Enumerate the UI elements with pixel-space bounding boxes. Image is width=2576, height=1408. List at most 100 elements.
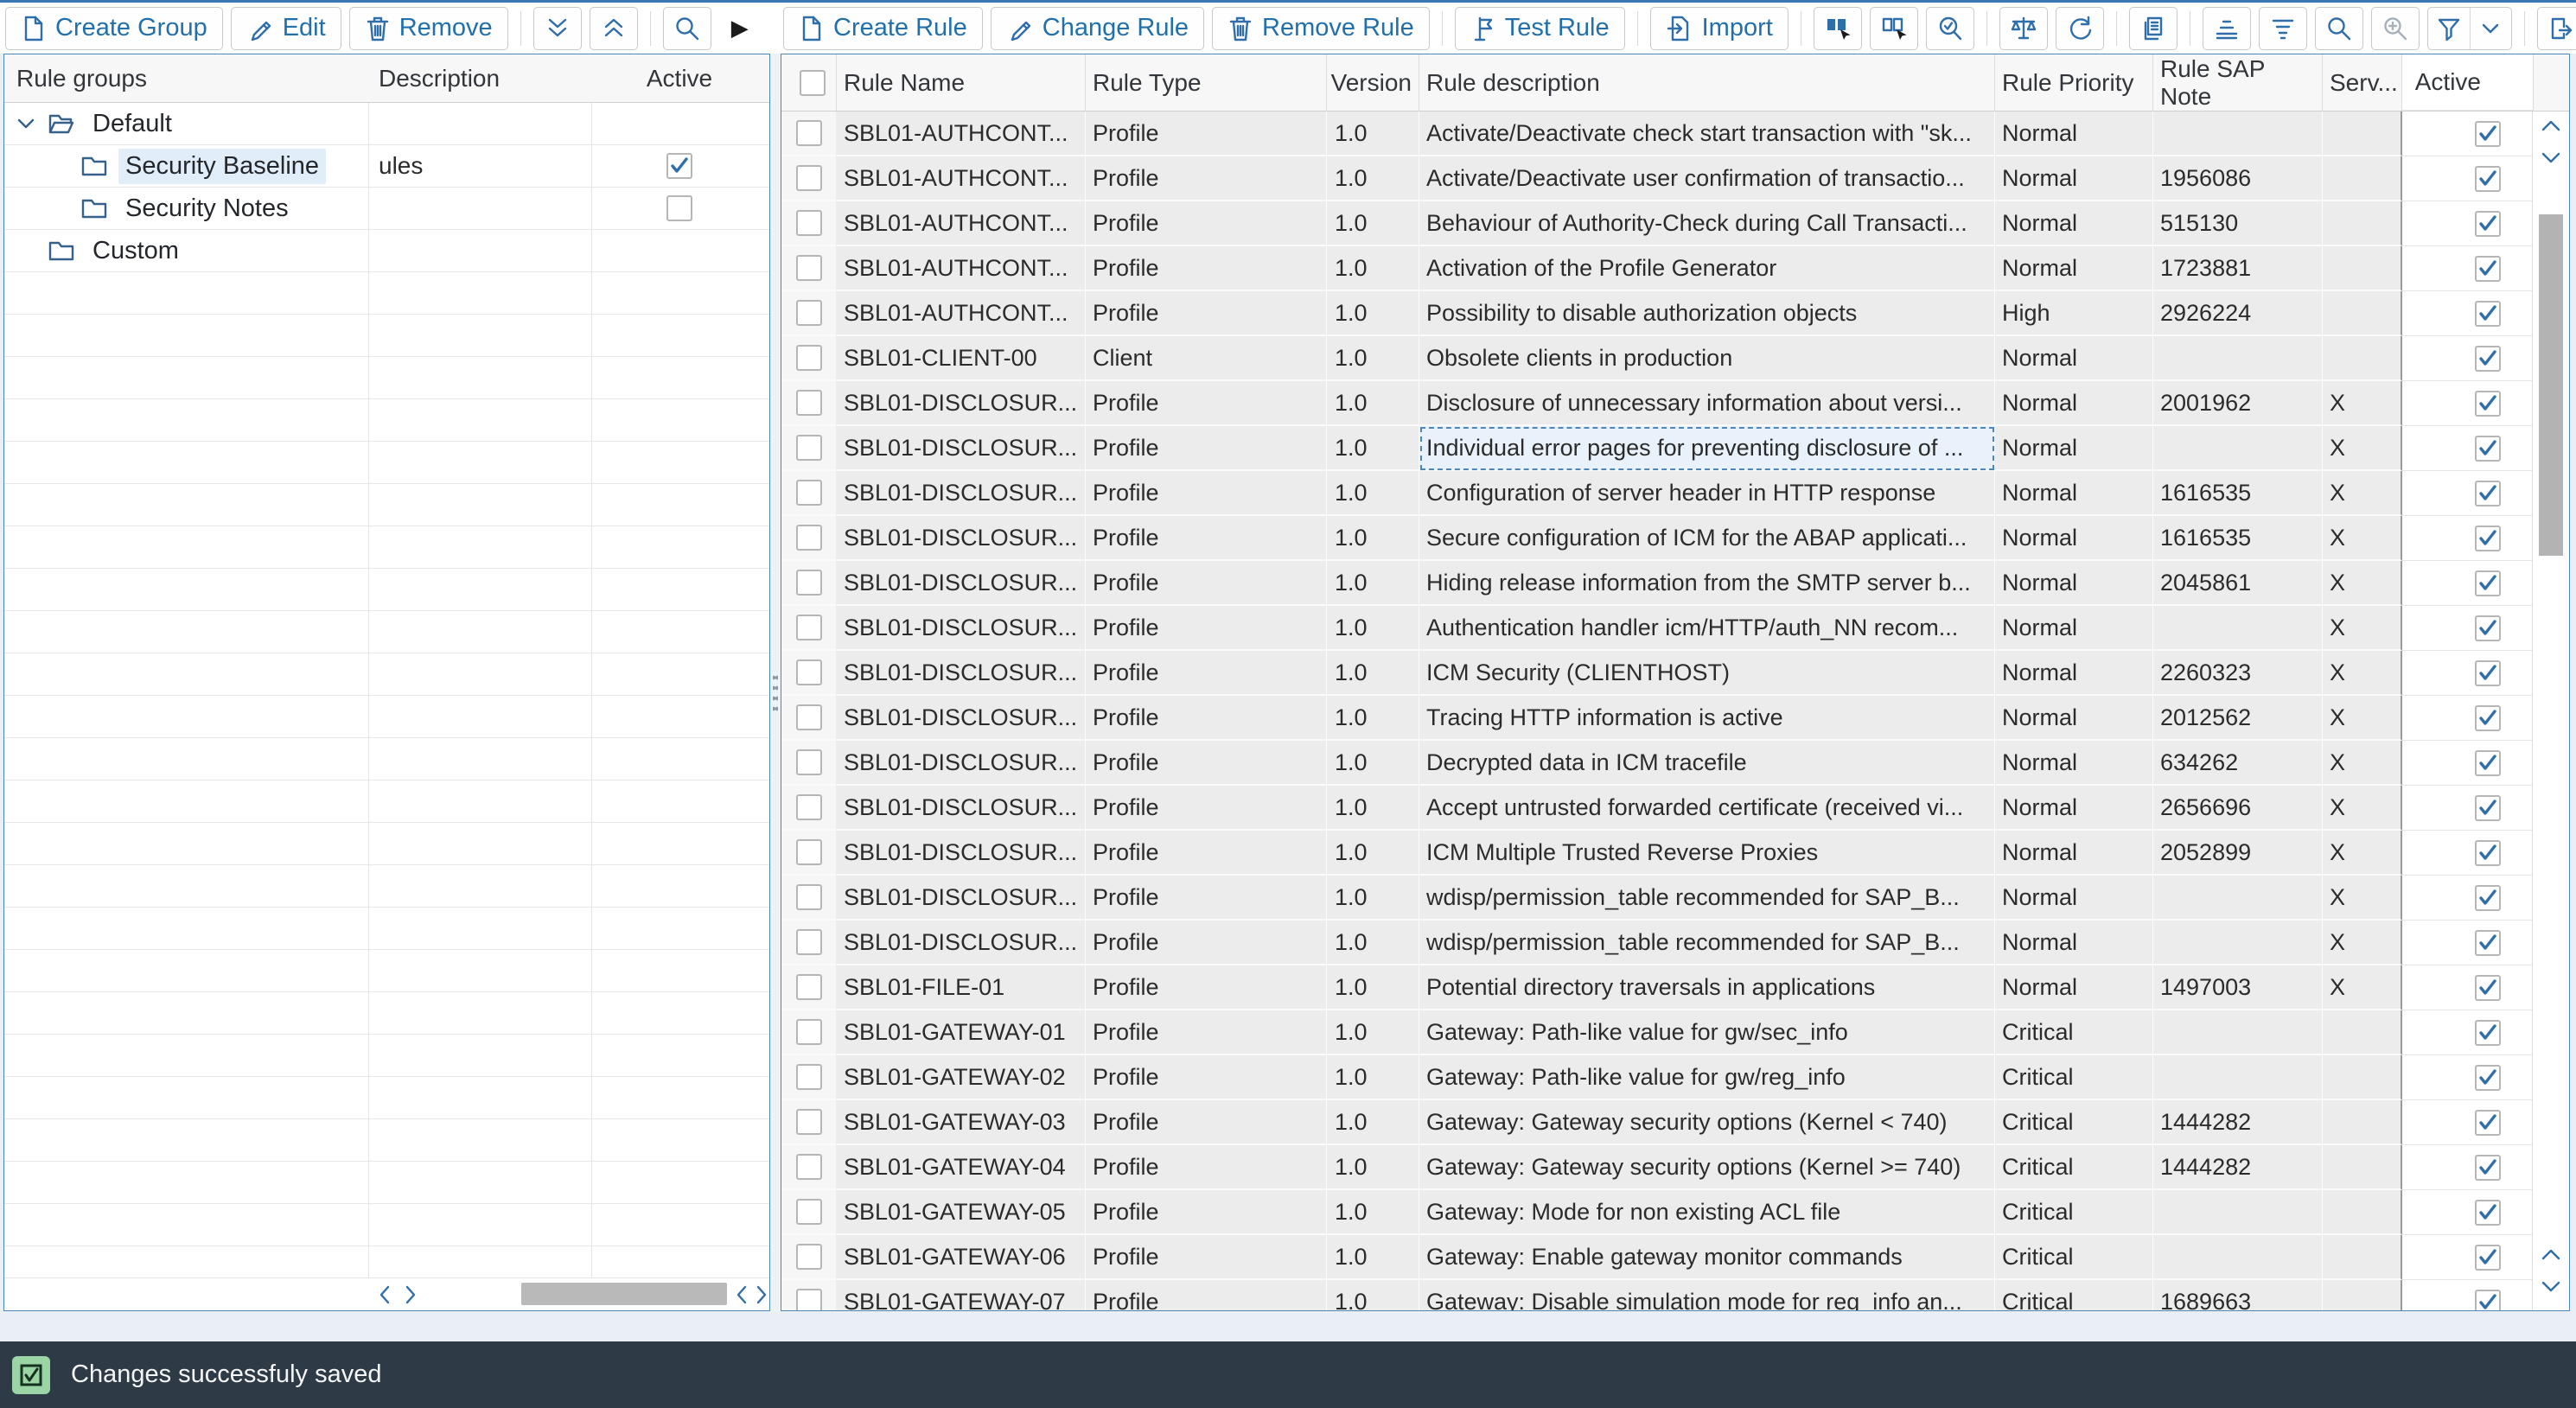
tree-expand-chevron-icon[interactable] — [15, 112, 48, 135]
tree-item-security-baseline[interactable]: Security Baseline — [4, 145, 368, 187]
scroll-left-icon[interactable] — [731, 1283, 752, 1311]
rule-active-checkbox[interactable] — [2475, 391, 2501, 417]
splitter-grip-icon[interactable] — [773, 674, 778, 712]
rule-active-checkbox[interactable] — [2475, 660, 2501, 686]
row-select-checkbox[interactable] — [796, 749, 822, 775]
sort-descending-button[interactable] — [2259, 7, 2307, 50]
test-rule-button[interactable]: Test Rule — [1455, 7, 1625, 50]
tree-item-default[interactable]: Default — [4, 103, 368, 144]
table-row[interactable]: SBL01-AUTHCONT...Profile1.0Activate/Deac… — [781, 156, 2569, 201]
create-group-button[interactable]: Create Group — [5, 7, 223, 50]
rule-active-checkbox[interactable] — [2475, 1110, 2501, 1136]
version-column-header[interactable]: Version — [1327, 54, 1419, 111]
expand-all-button[interactable] — [533, 7, 582, 50]
table-row[interactable]: SBL01-DISCLOSUR...Profile1.0Disclosure o… — [781, 381, 2569, 426]
row-select-checkbox[interactable] — [796, 570, 822, 596]
check-results-button[interactable] — [1926, 7, 1974, 50]
table-row[interactable]: SBL01-DISCLOSUR...Profile1.0wdisp/permis… — [781, 876, 2569, 921]
panel-splitter[interactable] — [770, 54, 781, 1311]
table-row[interactable]: SBL01-DISCLOSUR...Profile1.0Authenticati… — [781, 606, 2569, 651]
row-select-checkbox[interactable] — [796, 525, 822, 551]
rule-active-checkbox[interactable] — [2475, 705, 2501, 731]
scroll-down-icon[interactable] — [2539, 148, 2563, 171]
row-select-checkbox[interactable] — [796, 1064, 822, 1090]
toolbar-overflow-arrow[interactable]: ▶ — [731, 15, 749, 41]
row-select-checkbox[interactable] — [796, 1244, 822, 1270]
rule-active-checkbox[interactable] — [2475, 436, 2501, 462]
rule-active-checkbox[interactable] — [2475, 1245, 2501, 1271]
table-row[interactable]: SBL01-DISCLOSUR...Profile1.0Accept untru… — [781, 786, 2569, 831]
rule-active-checkbox[interactable] — [2475, 1290, 2501, 1311]
row-select-checkbox[interactable] — [796, 435, 822, 461]
active-column-header[interactable]: Active — [2402, 54, 2534, 111]
table-row[interactable]: SBL01-DISCLOSUR...Profile1.0wdisp/permis… — [781, 921, 2569, 965]
rule-priority-column-header[interactable]: Rule Priority — [1995, 54, 2153, 111]
rule-active-checkbox[interactable] — [2475, 570, 2501, 596]
scroll-up-icon[interactable] — [2539, 117, 2563, 140]
rule-active-checkbox[interactable] — [2475, 211, 2501, 237]
table-row[interactable]: SBL01-DISCLOSUR...Profile1.0Hiding relea… — [781, 561, 2569, 606]
table-row[interactable]: SBL01-AUTHCONT...Profile1.0Possibility t… — [781, 291, 2569, 336]
rules-vertical-scrollbar[interactable] — [2532, 111, 2569, 1310]
table-row[interactable]: SBL01-GATEWAY-01Profile1.0Gateway: Path-… — [781, 1010, 2569, 1055]
row-select-checkbox[interactable] — [796, 794, 822, 820]
rule-active-checkbox[interactable] — [2475, 166, 2501, 192]
row-select-checkbox[interactable] — [796, 345, 822, 371]
chevron-down-icon[interactable] — [2470, 8, 2511, 49]
change-rule-button[interactable]: Change Rule — [991, 7, 1204, 50]
table-row[interactable]: SBL01-GATEWAY-06Profile1.0Gateway: Enabl… — [781, 1235, 2569, 1280]
rule-active-checkbox[interactable] — [2475, 750, 2501, 776]
table-row[interactable]: SBL01-DISCLOSUR...Profile1.0ICM Multiple… — [781, 831, 2569, 876]
row-select-checkbox[interactable] — [796, 1154, 822, 1180]
rule-description-cell[interactable]: Individual error pages for preventing di… — [1419, 426, 1995, 471]
rule-type-column-header[interactable]: Rule Type — [1086, 54, 1327, 111]
table-row[interactable]: SBL01-CLIENT-00Client1.0Obsolete clients… — [781, 336, 2569, 381]
select-all-checkbox[interactable] — [800, 70, 826, 96]
rule-active-checkbox[interactable] — [2475, 1020, 2501, 1046]
import-button[interactable]: Import — [1650, 7, 1789, 50]
scroll-right-icon[interactable] — [751, 1283, 770, 1311]
table-row[interactable]: SBL01-AUTHCONT...Profile1.0Behaviour of … — [781, 201, 2569, 246]
collapse-all-button[interactable] — [590, 7, 638, 50]
rule-description-column-header[interactable]: Rule description — [1419, 54, 1995, 111]
rule-groups-column-header[interactable]: Rule groups — [16, 65, 147, 92]
rule-sap-note-column-header[interactable]: Rule SAP Note — [2153, 54, 2323, 111]
row-select-checkbox[interactable] — [796, 165, 822, 191]
scroll-left-icon[interactable] — [374, 1283, 395, 1311]
tree-row[interactable]: Security Notes — [4, 188, 769, 230]
table-row[interactable]: SBL01-GATEWAY-03Profile1.0Gateway: Gatew… — [781, 1100, 2569, 1145]
row-select-checkbox[interactable] — [796, 1289, 822, 1310]
active-column-header[interactable]: Active — [591, 65, 768, 92]
create-rule-button[interactable]: Create Rule — [783, 7, 983, 50]
table-row[interactable]: SBL01-GATEWAY-04Profile1.0Gateway: Gatew… — [781, 1145, 2569, 1190]
rule-active-checkbox[interactable] — [2475, 301, 2501, 327]
refresh-button[interactable] — [2056, 7, 2104, 50]
rule-active-checkbox[interactable] — [2475, 526, 2501, 551]
row-select-checkbox[interactable] — [796, 1019, 822, 1045]
rule-active-checkbox[interactable] — [2475, 885, 2501, 911]
table-row[interactable]: SBL01-FILE-01Profile1.0Potential directo… — [781, 965, 2569, 1010]
rule-active-checkbox[interactable] — [2475, 1200, 2501, 1226]
rule-active-checkbox[interactable] — [2475, 256, 2501, 282]
table-row[interactable]: SBL01-GATEWAY-02Profile1.0Gateway: Path-… — [781, 1055, 2569, 1100]
group-active-checkbox[interactable] — [666, 153, 692, 179]
scroll-right-icon[interactable] — [400, 1283, 421, 1311]
service-column-header[interactable]: Serv... — [2323, 54, 2402, 111]
table-row[interactable]: SBL01-GATEWAY-07Profile1.0Gateway: Disab… — [781, 1280, 2569, 1310]
select-all-button[interactable] — [1814, 7, 1862, 50]
row-select-checkbox[interactable] — [796, 210, 822, 236]
row-select-checkbox[interactable] — [796, 255, 822, 281]
horizontal-scrollbar-thumb[interactable] — [521, 1283, 727, 1305]
row-select-checkbox[interactable] — [796, 704, 822, 730]
table-row[interactable]: SBL01-DISCLOSUR...Profile1.0ICM Security… — [781, 651, 2569, 696]
rule-active-checkbox[interactable] — [2475, 615, 2501, 641]
sort-ascending-button[interactable] — [2203, 7, 2251, 50]
table-row[interactable]: SBL01-DISCLOSUR...Profile1.0Tracing HTTP… — [781, 696, 2569, 741]
tree-row[interactable]: Custom — [4, 230, 769, 272]
row-select-checkbox[interactable] — [796, 390, 822, 416]
rule-name-column-header[interactable]: Rule Name — [837, 54, 1086, 111]
description-column-header[interactable]: Description — [379, 65, 500, 92]
table-row[interactable]: SBL01-DISCLOSUR...Profile1.0Configuratio… — [781, 471, 2569, 516]
copy-button[interactable] — [2129, 7, 2177, 50]
edit-group-button[interactable]: Edit — [231, 7, 341, 50]
